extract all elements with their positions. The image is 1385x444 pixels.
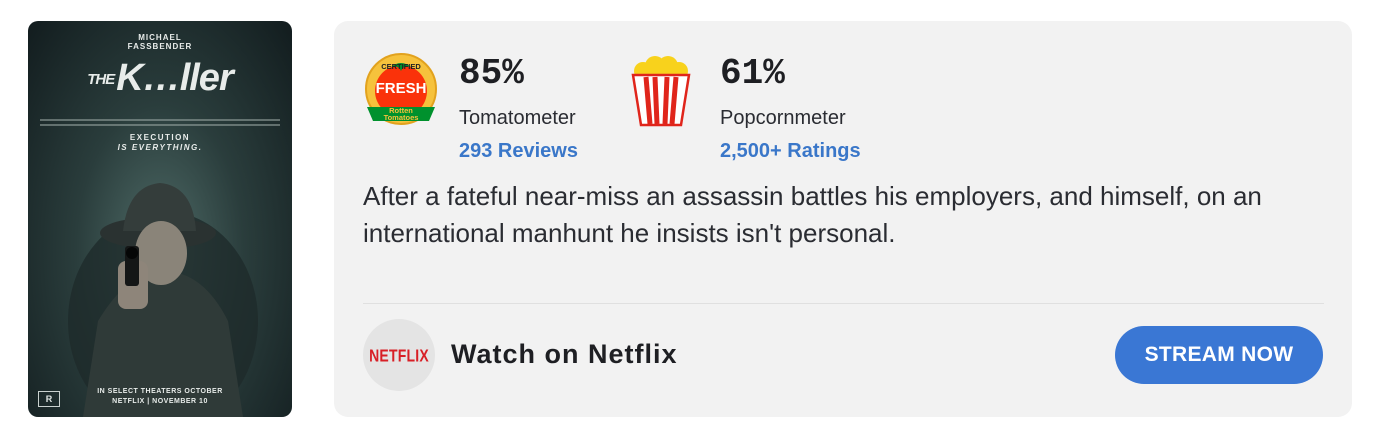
movie-synopsis: After a fateful near-miss an assassin ba…: [363, 181, 1262, 248]
movie-poster[interactable]: MICHAEL FASSBENDER THEK…ller EXECUTION I…: [28, 21, 292, 417]
reviews-link[interactable]: 293 Reviews: [459, 140, 578, 163]
poster-credits-line: [40, 124, 280, 126]
svg-text:Tomatoes: Tomatoes: [384, 113, 419, 122]
poster-release-info: IN SELECT THEATERS OCTOBER NETFLIX | NOV…: [97, 388, 223, 405]
stream-now-button[interactable]: STREAM NOW: [1115, 326, 1323, 384]
tomatometer-label: Tomatometer: [459, 107, 576, 129]
poster-credits-line: [40, 119, 280, 121]
popcornmeter-score: 61%: [720, 53, 785, 94]
movie-info-card: CERTIFIED FRESH Rotten Tomatoes 85% Toma…: [334, 21, 1352, 417]
netflix-logo: NETFLIX: [363, 319, 435, 391]
poster-tagline: EXECUTION IS EVERYTHING.: [117, 133, 203, 152]
popcorn-bucket-icon: [631, 56, 691, 127]
popcornmeter-label: Popcornmeter: [720, 107, 846, 129]
netflix-logo-text: NETFLIX: [369, 345, 429, 365]
svg-text:CERTIFIED: CERTIFIED: [381, 62, 421, 71]
certified-fresh-icon: CERTIFIED FRESH Rotten Tomatoes: [365, 53, 437, 125]
tomatometer-score: 85%: [459, 53, 524, 94]
svg-text:FRESH: FRESH: [376, 80, 427, 97]
watch-on-netflix-label: Watch on Netflix: [451, 339, 678, 369]
poster-title: THEK…ller: [87, 57, 233, 99]
poster-actor-name: MICHAEL FASSBENDER: [127, 33, 193, 51]
section-divider: [363, 303, 1324, 304]
ratings-link[interactable]: 2,500+ Ratings: [720, 140, 861, 163]
